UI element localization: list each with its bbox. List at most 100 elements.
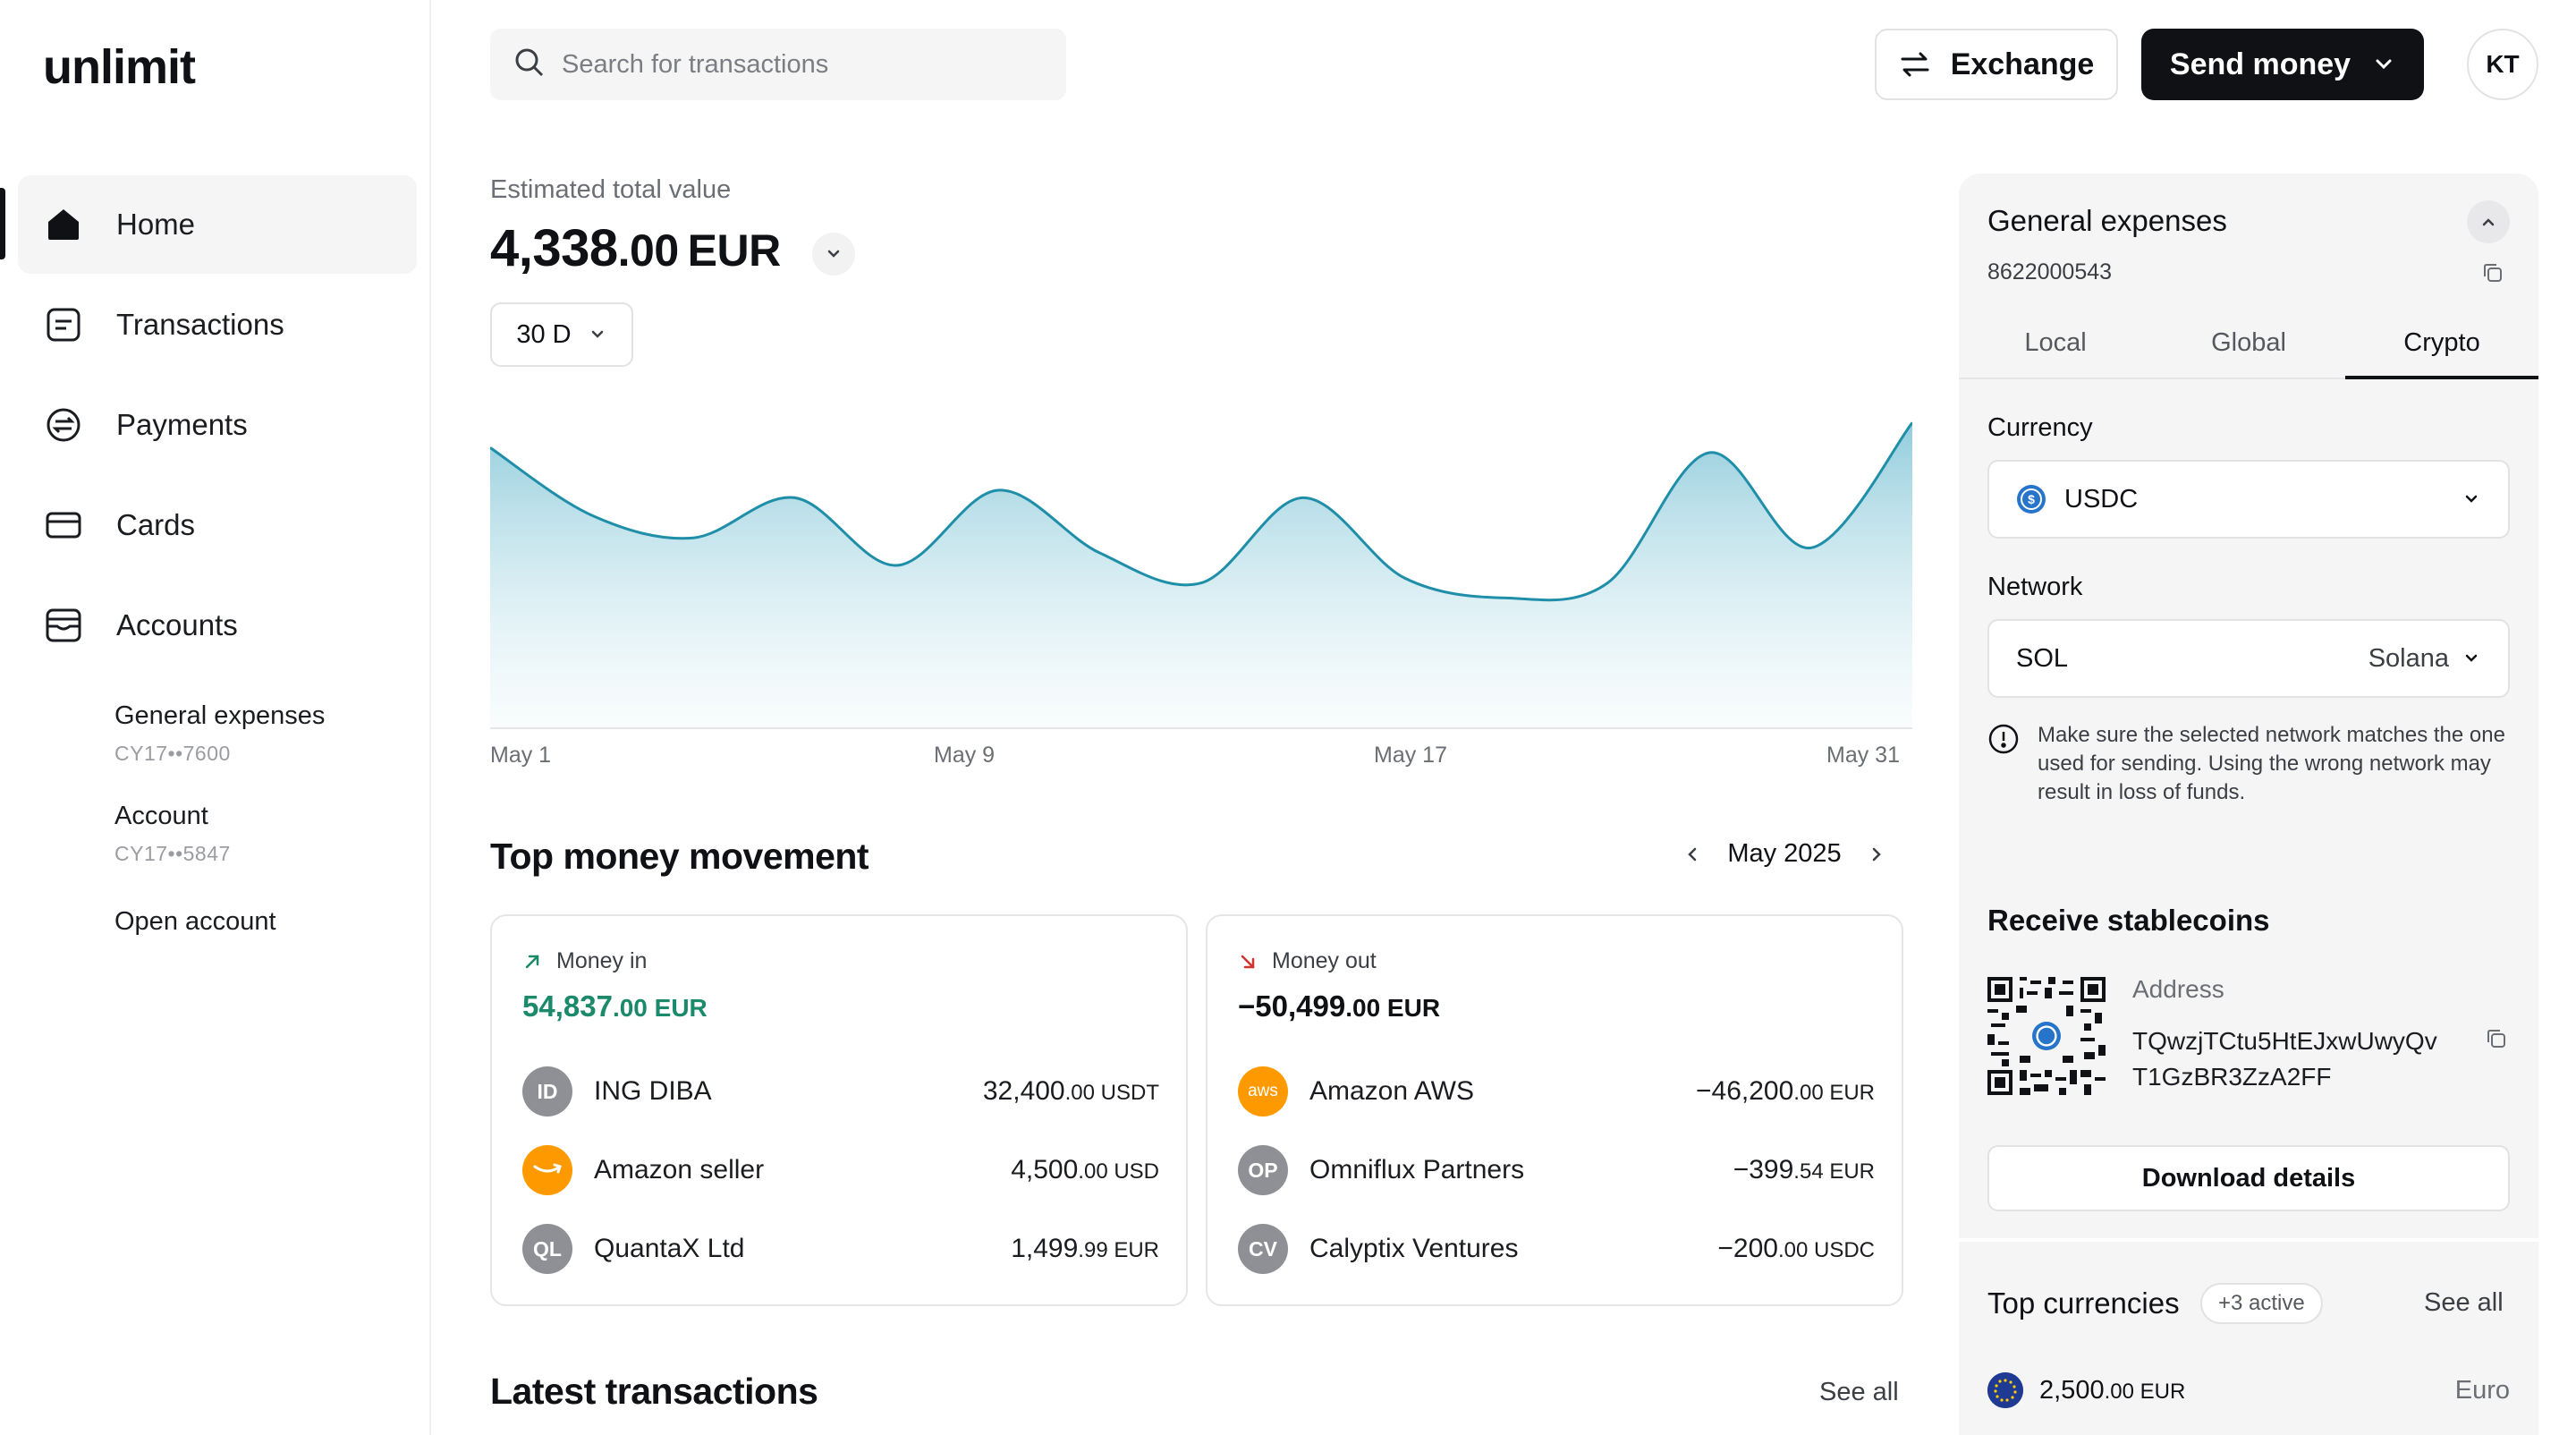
tab-crypto[interactable]: Crypto — [2345, 308, 2538, 379]
amount-int: −46,200 — [1696, 1076, 1794, 1106]
address-line-2: T1GzBR3ZzA2FF — [2132, 1063, 2332, 1091]
search-input[interactable] — [562, 49, 1027, 80]
warning-text: Make sure the selected network matches t… — [2038, 723, 2505, 804]
account-number: 8622000543 — [1987, 259, 2113, 284]
period-select[interactable]: 30 D — [490, 302, 633, 367]
x-tick-label: May 17 — [1374, 743, 1447, 768]
chevron-down-icon — [2462, 649, 2481, 668]
avatar[interactable]: KT — [2467, 29, 2538, 100]
chevron-down-icon — [588, 325, 607, 344]
network-name: Solana — [2368, 643, 2449, 673]
amount-int: 1,499 — [1011, 1234, 1079, 1263]
aws-icon: aws — [1238, 1066, 1288, 1117]
money-in-label: Money in — [556, 948, 648, 973]
search-bar[interactable] — [490, 29, 1066, 100]
list-item[interactable]: QL QuantaX Ltd 1,499.99 EUR — [522, 1222, 1159, 1276]
top-currencies-see-all-link[interactable]: See all — [2424, 1288, 2504, 1318]
chevron-up-icon — [2482, 218, 2495, 226]
sidebar-item-home[interactable]: Home — [18, 175, 417, 274]
avatar: CV — [1238, 1224, 1288, 1274]
movement-title: Top money movement — [490, 836, 869, 877]
money-in-total-dec: .00 EUR — [612, 994, 708, 1022]
currency-toggle-button[interactable] — [812, 233, 855, 276]
copy-icon[interactable] — [2481, 261, 2504, 284]
tab-local[interactable]: Local — [1959, 308, 2152, 378]
list-item[interactable]: Amazon seller 4,500.00 USD — [522, 1143, 1159, 1197]
list-item[interactable]: aws Amazon AWS −46,200.00 EUR — [1238, 1065, 1875, 1118]
sidebar-account-account[interactable]: Account CY17••5847 — [114, 802, 231, 866]
open-account-link[interactable]: Open account — [114, 907, 276, 937]
copy-icon[interactable] — [2485, 1027, 2508, 1050]
money-in-header: Money in — [522, 948, 647, 974]
amount: 32,400.00 USDT — [983, 1076, 1159, 1107]
x-tick-label: May 31 — [1826, 743, 1900, 768]
counterparty-name: Amazon AWS — [1309, 1076, 1474, 1106]
amount-int: 4,500 — [1011, 1155, 1079, 1185]
chevron-right-icon[interactable] — [1866, 844, 1887, 865]
period-value: 30 D — [516, 319, 572, 349]
amount: −200.00 USDC — [1717, 1234, 1875, 1264]
list-icon — [45, 306, 82, 344]
sidebar-account-general-expenses[interactable]: General expenses CY17••7600 — [114, 701, 325, 766]
amount-int: −399 — [1733, 1155, 1794, 1185]
collapse-button[interactable] — [2467, 200, 2510, 243]
eu-flag-icon — [1987, 1372, 2023, 1408]
sidebar-item-label: Home — [116, 208, 196, 241]
chevron-down-icon — [2462, 489, 2481, 509]
latest-see-all-link[interactable]: See all — [1819, 1378, 1899, 1407]
transfer-icon — [45, 406, 82, 444]
counterparty-name: QuantaX Ltd — [594, 1234, 745, 1263]
card-icon — [45, 506, 82, 544]
amount-int: −200 — [1717, 1234, 1778, 1263]
send-money-button[interactable]: Send money — [2141, 29, 2424, 100]
amount: −399.54 EUR — [1733, 1155, 1875, 1185]
currency-select[interactable]: $ USDC — [1987, 460, 2510, 539]
logo[interactable]: unlimit — [43, 39, 196, 95]
open-account-label: Open account — [114, 907, 276, 936]
month-label: May 2025 — [1727, 839, 1842, 868]
sidebar-item-cards[interactable]: Cards — [18, 476, 417, 574]
list-item[interactable]: CV Calyptix Ventures −200.00 USDC — [1238, 1222, 1875, 1276]
download-details-button[interactable]: Download details — [1987, 1145, 2510, 1211]
top-currencies-title: Top currencies — [1987, 1286, 2180, 1320]
avatar: QL — [522, 1224, 572, 1274]
account-name: Account — [114, 802, 208, 830]
send-money-label: Send money — [2169, 47, 2351, 81]
amount-dec: .54 EUR — [1793, 1159, 1875, 1184]
money-in-total-int: 54,837 — [522, 989, 613, 1023]
currency-balance: 2,500.00 EUR — [2039, 1376, 2455, 1405]
sidebar-item-accounts[interactable]: Accounts — [18, 576, 417, 675]
network-select[interactable]: SOL Solana — [1987, 619, 2510, 698]
network-label: Network — [1987, 573, 2083, 601]
account-panel: General expenses 8622000543 Local Global… — [1959, 174, 2538, 1435]
avatar: ID — [522, 1066, 572, 1117]
chevron-down-icon — [2372, 53, 2395, 76]
estimated-total-label: Estimated total value — [490, 175, 732, 204]
exchange-button[interactable]: Exchange — [1875, 29, 2118, 100]
sidebar-item-transactions[interactable]: Transactions — [18, 276, 417, 374]
estimated-total-value: 4,338.00 EUR — [490, 218, 781, 278]
chevron-left-icon[interactable] — [1682, 844, 1703, 865]
sidebar-item-label: Payments — [116, 408, 248, 441]
search-icon — [513, 47, 546, 83]
amount-dec: .00 USD — [1078, 1159, 1159, 1184]
sidebar-item-label: Transactions — [116, 308, 284, 341]
avatar: OP — [1238, 1145, 1288, 1195]
counterparty-name: Omniflux Partners — [1309, 1155, 1525, 1185]
currency-row[interactable]: 2,500.00 EUR Euro — [1987, 1372, 2510, 1408]
amazon-icon — [522, 1145, 572, 1195]
currency-label: Currency — [1987, 413, 2093, 442]
address-label: Address — [2132, 975, 2224, 1003]
network-warning: Make sure the selected network matches t… — [1987, 721, 2510, 807]
list-item[interactable]: OP Omniflux Partners −399.54 EUR — [1238, 1143, 1875, 1197]
account-number: CY17••7600 — [114, 742, 231, 765]
account-number: CY17••5847 — [114, 842, 231, 865]
sidebar-item-payments[interactable]: Payments — [18, 376, 417, 474]
money-out-header: Money out — [1238, 948, 1377, 974]
counterparty-name: ING DIBA — [594, 1076, 712, 1106]
tab-global[interactable]: Global — [2152, 308, 2345, 378]
usdc-icon: $ — [2016, 484, 2046, 514]
amount: −46,200.00 EUR — [1696, 1076, 1875, 1107]
list-item[interactable]: ID ING DIBA 32,400.00 USDT — [522, 1065, 1159, 1118]
money-in-card: Money in 54,837.00 EUR ID ING DIBA 32,40… — [490, 914, 1188, 1306]
